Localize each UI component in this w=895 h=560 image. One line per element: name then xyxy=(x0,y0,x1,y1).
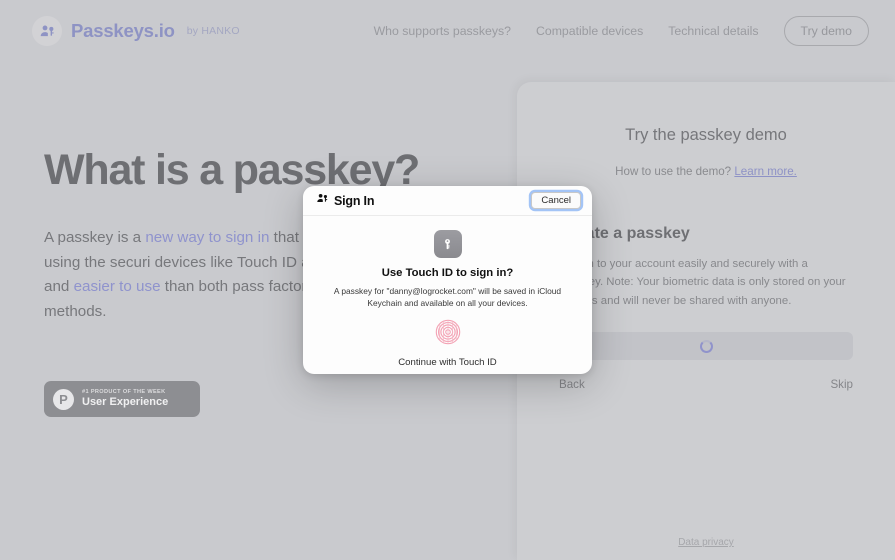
demo-title: Try the passkey demo xyxy=(625,126,787,144)
modal-question: Use Touch ID to sign in? xyxy=(381,267,514,279)
nav-link-technical-details[interactable]: Technical details xyxy=(668,24,758,38)
hero-link-new-way-to-sign-in[interactable]: new way to sign in xyxy=(145,229,269,246)
badge-label: User Experience xyxy=(82,396,169,409)
loading-spinner-icon xyxy=(699,339,713,353)
key-icon xyxy=(433,230,462,258)
main-nav: Who supports passkeys? Compatible device… xyxy=(374,16,869,46)
nav-link-compatible-devices[interactable]: Compatible devices xyxy=(536,24,643,38)
product-hunt-icon: P xyxy=(53,388,74,410)
demo-subtitle-text: How to use the demo? xyxy=(615,165,735,178)
nav-link-who-supports-passkeys[interactable]: Who supports passkeys? xyxy=(374,24,511,38)
create-passkey-button[interactable] xyxy=(559,332,853,361)
data-privacy-link[interactable]: Data privacy xyxy=(517,537,895,548)
hero-text-frag: than both pass xyxy=(160,278,265,296)
skip-link[interactable]: Skip xyxy=(830,378,853,391)
brand[interactable]: Passkeys.io by HANKO xyxy=(32,16,240,46)
back-link[interactable]: Back xyxy=(559,378,585,391)
fingerprint-icon[interactable] xyxy=(433,317,463,347)
create-passkey-description: Sign in to your account easily and secur… xyxy=(559,258,846,307)
create-passkey-heading: Create a passkey xyxy=(559,225,690,242)
hero-link-easier-to-use[interactable]: easier to use xyxy=(74,278,161,295)
cancel-button[interactable]: Cancel xyxy=(531,192,581,209)
site-header: Passkeys.io by HANKO Who supports passke… xyxy=(0,0,895,62)
product-hunt-text: #1 PRODUCT OF THE WEEK User Experience xyxy=(82,389,168,409)
brand-byline: by HANKO xyxy=(186,25,240,37)
modal-description: A passkey for "danny@logrocket.com" will… xyxy=(333,286,562,308)
badge-eyebrow: #1 PRODUCT OF THE WEEK xyxy=(82,388,166,395)
passkey-modal: Sign In Cancel Use Touch ID to sign in? … xyxy=(303,186,592,374)
hero-text-frag: and xyxy=(44,278,74,296)
demo-nav-row: Back Skip xyxy=(559,378,853,391)
modal-footer-text: Continue with Touch ID xyxy=(398,356,497,368)
learn-more-link[interactable]: Learn more. xyxy=(734,165,797,178)
brand-name: Passkeys.io xyxy=(71,20,175,41)
demo-subtitle: How to use the demo? Learn more. xyxy=(559,165,853,178)
modal-header: Sign In Cancel xyxy=(303,186,592,216)
try-demo-button[interactable]: Try demo xyxy=(783,16,869,46)
hero-text-frag: A passkey is a xyxy=(44,229,146,247)
modal-title: Sign In xyxy=(334,193,375,208)
person-key-icon xyxy=(316,192,329,210)
modal-title-group: Sign In xyxy=(316,192,374,210)
person-key-icon xyxy=(32,16,62,46)
product-hunt-badge[interactable]: P #1 PRODUCT OF THE WEEK User Experience xyxy=(44,381,200,417)
modal-body: Use Touch ID to sign in? A passkey for "… xyxy=(303,216,592,368)
